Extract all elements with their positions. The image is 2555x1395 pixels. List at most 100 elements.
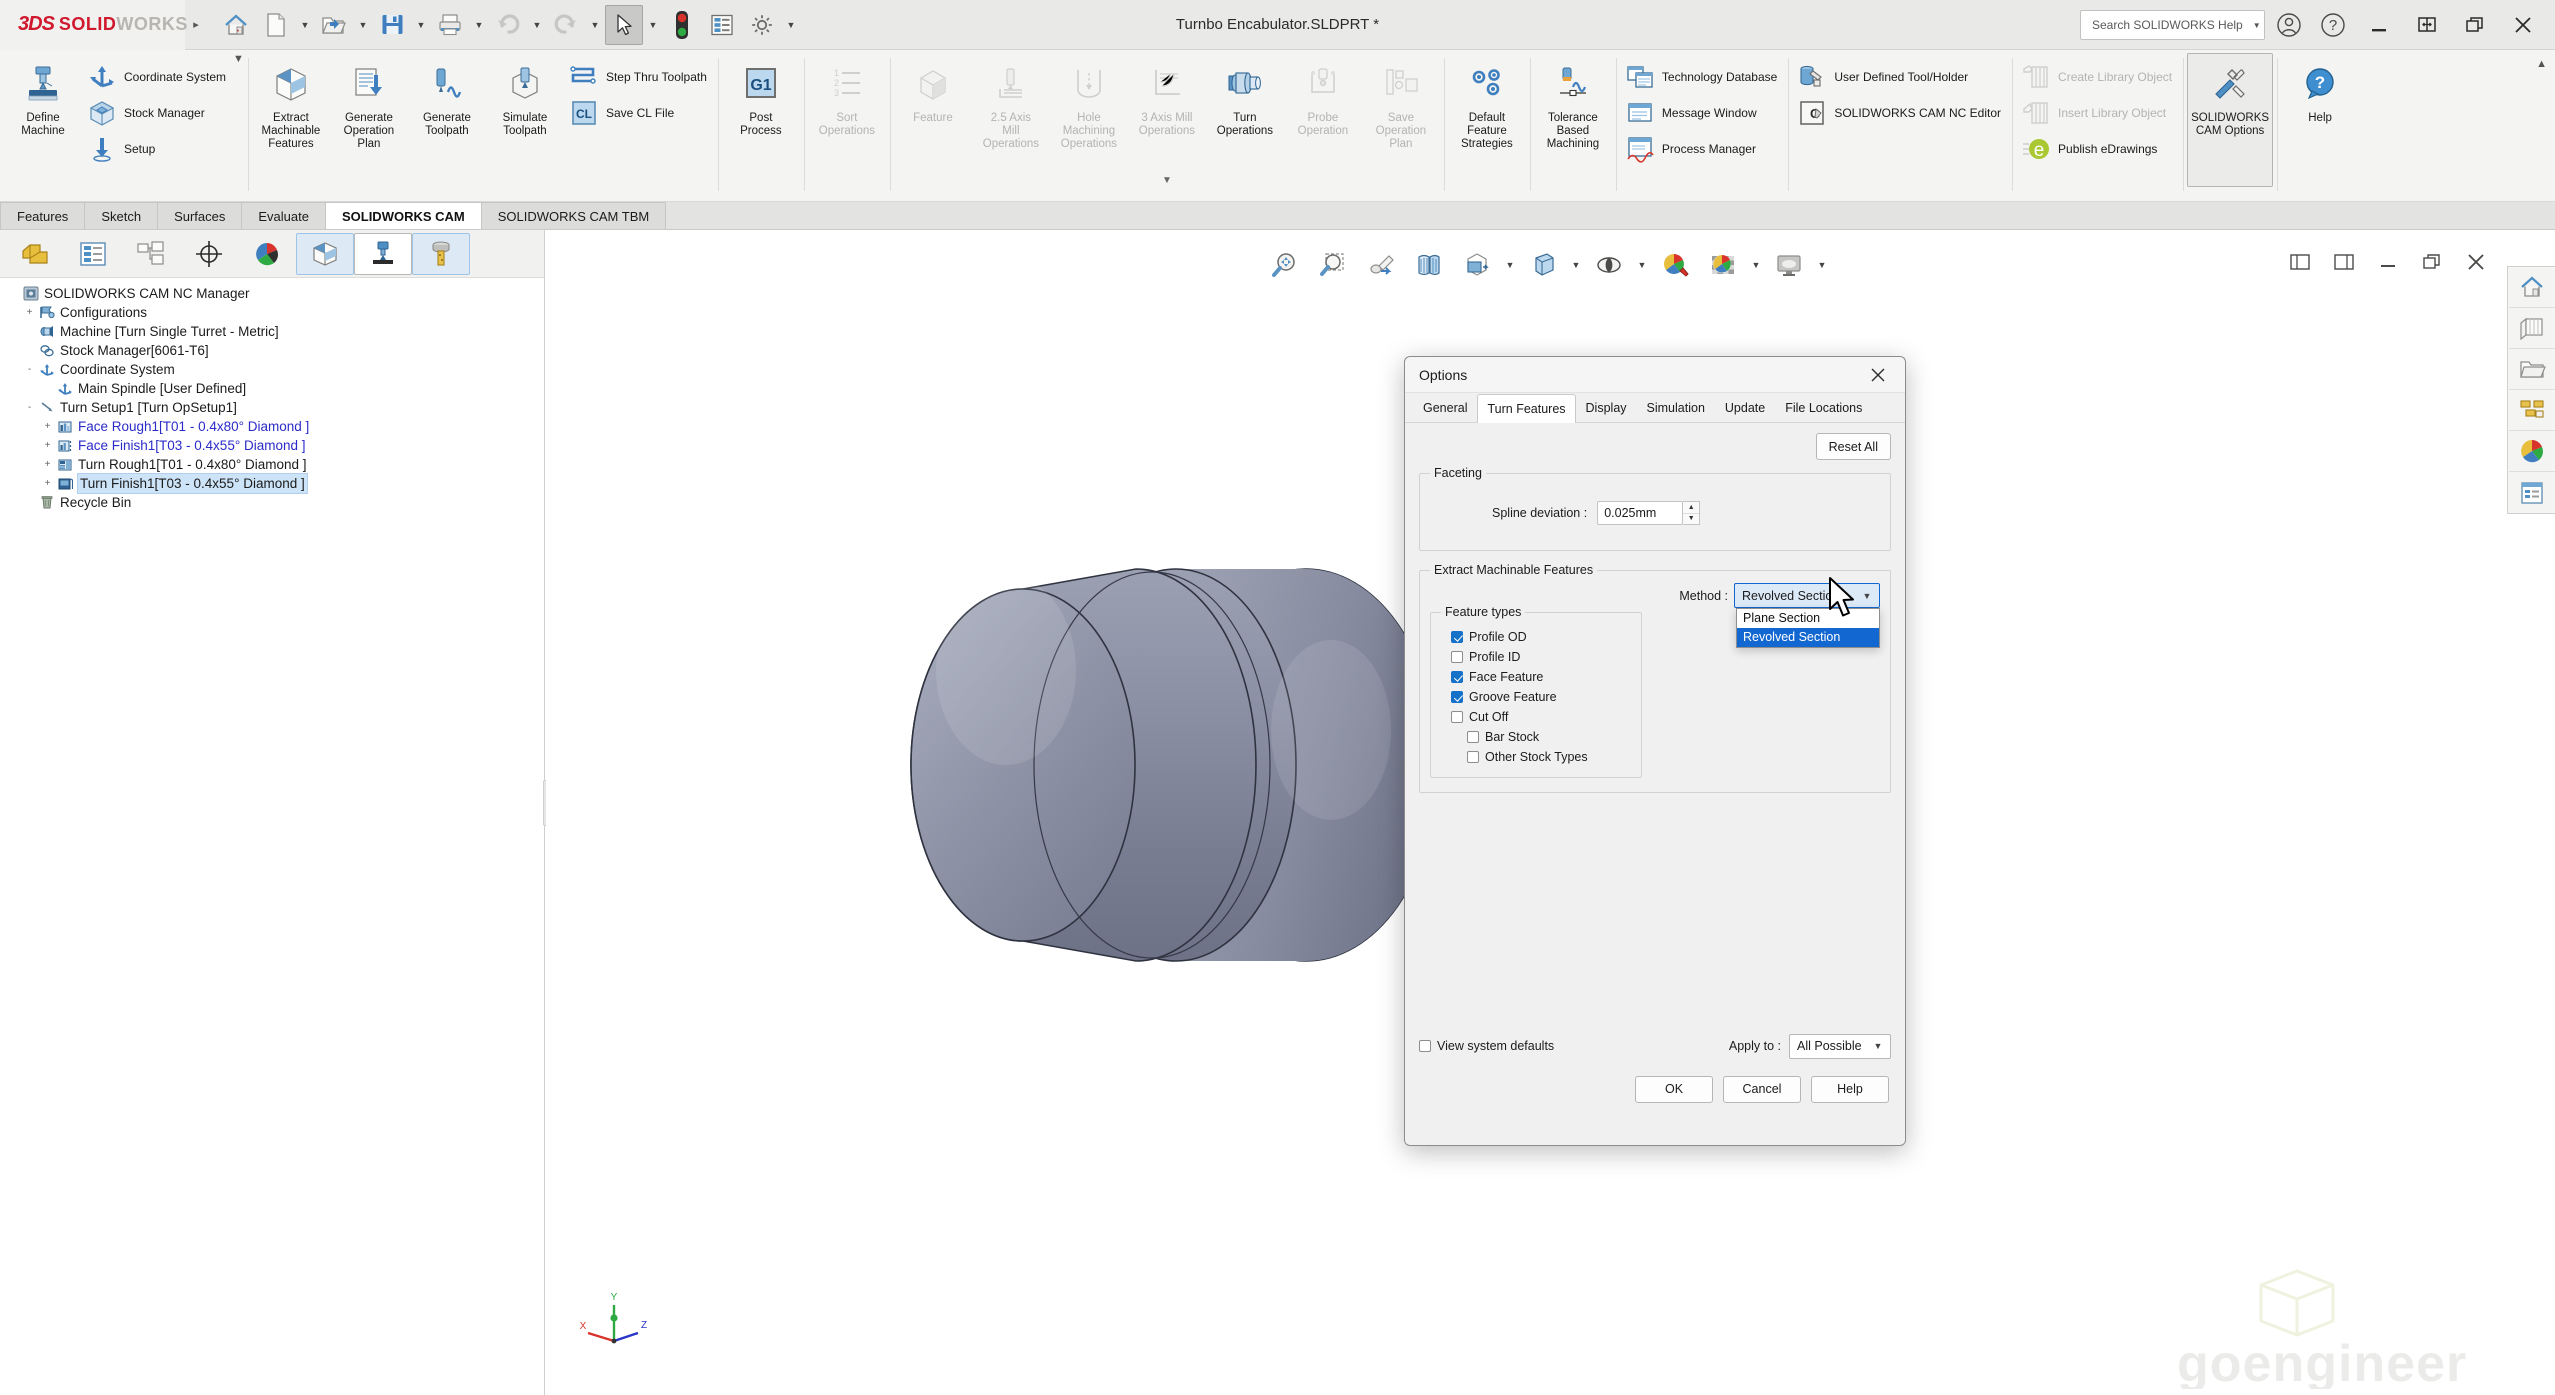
- dimxpert-manager-icon[interactable]: [180, 233, 238, 275]
- checkbox-box[interactable]: [1451, 671, 1463, 683]
- tree-item-face-rough1[interactable]: + Face Rough1[T01 - 0.4x80° Diamond ]: [4, 417, 544, 436]
- checkbox-cut-off[interactable]: Cut Off: [1451, 707, 1631, 727]
- undo-dropdown-icon[interactable]: ▼: [529, 5, 545, 45]
- checkbox-box[interactable]: [1467, 731, 1479, 743]
- stepper-up-icon[interactable]: ▲: [1683, 502, 1699, 514]
- cam-feature-tree-icon[interactable]: [296, 233, 354, 275]
- ribbon-collapse-icon[interactable]: ▲: [2536, 58, 2547, 70]
- tree-item-stock-manager[interactable]: Stock Manager[6061-T6]: [4, 341, 544, 360]
- tree-item-turn-rough1[interactable]: + Turn Rough1[T01 - 0.4x80° Diamond ]: [4, 455, 544, 474]
- tree-toggle[interactable]: [40, 381, 55, 396]
- display-manager-icon[interactable]: [238, 233, 296, 275]
- apply-to-combobox[interactable]: All Possible ▼: [1789, 1034, 1891, 1059]
- account-icon[interactable]: [2269, 5, 2309, 45]
- generate-toolpath-button[interactable]: GenerateToolpath: [408, 53, 486, 173]
- publish-edrawings-button[interactable]: e Publish eDrawings: [2016, 131, 2179, 167]
- spline-deviation-input[interactable]: 0.025mm: [1597, 501, 1683, 525]
- close-icon[interactable]: [2501, 5, 2545, 45]
- tree-toggle[interactable]: +: [40, 438, 55, 453]
- restore-doc-icon[interactable]: [2323, 242, 2365, 282]
- apply-scene-dropdown-icon[interactable]: ▼: [1748, 242, 1764, 288]
- section-view-icon[interactable]: [1406, 242, 1452, 288]
- tab-file-locations[interactable]: File Locations: [1775, 393, 1872, 422]
- probe-operation-button[interactable]: ProbeOperation: [1284, 53, 1362, 173]
- configuration-manager-icon[interactable]: [122, 233, 180, 275]
- previous-view-icon[interactable]: [1358, 242, 1404, 288]
- feature-manager-tree-icon[interactable]: [6, 233, 64, 275]
- hole-machining-button[interactable]: HoleMachiningOperations: [1050, 53, 1128, 173]
- tree-item-turn-setup1[interactable]: - Turn Setup1 [Turn OpSetup1]: [4, 398, 544, 417]
- checkbox-view-system-defaults[interactable]: View system defaults: [1419, 1036, 1554, 1056]
- tab-solidworks-cam[interactable]: SOLIDWORKS CAM: [325, 202, 482, 229]
- define-machine-button[interactable]: DefineMachine: [4, 53, 82, 173]
- redo-icon[interactable]: [547, 5, 585, 45]
- display-style-dropdown-icon[interactable]: ▼: [1568, 242, 1584, 288]
- tile-view-icon[interactable]: [2279, 242, 2321, 282]
- open-dropdown-icon[interactable]: ▼: [355, 5, 371, 45]
- chevron-down-icon[interactable]: ▼: [1859, 591, 1875, 601]
- menu-expand-arrow-icon[interactable]: ▸: [185, 18, 207, 31]
- tree-toggle[interactable]: +: [40, 457, 55, 472]
- tree-item-configurations[interactable]: + Configurations: [4, 303, 544, 322]
- cam-tool-tree-icon[interactable]: [412, 233, 470, 275]
- insert-library-object-button[interactable]: Insert Library Object: [2016, 95, 2179, 131]
- hide-show-dropdown-icon[interactable]: ▼: [1634, 242, 1650, 288]
- view-settings-dropdown-icon[interactable]: ▼: [1814, 242, 1830, 288]
- rebuild-status-icon[interactable]: [663, 5, 701, 45]
- checkbox-box[interactable]: [1451, 711, 1463, 723]
- tree-item-main-spindle[interactable]: Main Spindle [User Defined]: [4, 379, 544, 398]
- view-settings-icon[interactable]: [1766, 242, 1812, 288]
- select-arrow-icon[interactable]: [605, 5, 643, 45]
- apply-scene-icon[interactable]: [1700, 242, 1746, 288]
- post-process-button[interactable]: G1 PostProcess: [722, 53, 800, 173]
- tree-toggle[interactable]: +: [40, 419, 55, 434]
- tree-toggle[interactable]: +: [40, 476, 55, 491]
- turn-operations-button[interactable]: TurnOperations: [1206, 53, 1284, 173]
- home-icon[interactable]: [217, 5, 255, 45]
- open-folder-icon[interactable]: [315, 5, 353, 45]
- tree-toggle[interactable]: [22, 343, 37, 358]
- checkbox-box[interactable]: [1451, 631, 1463, 643]
- restore-icon[interactable]: [2405, 5, 2449, 45]
- feature-button[interactable]: Feature: [894, 53, 972, 173]
- nc-editor-button[interactable]: G SOLIDWORKS CAM NC Editor: [1792, 95, 2008, 131]
- save-cl-file-button[interactable]: CL Save CL File: [564, 95, 714, 131]
- help-icon[interactable]: ?: [2313, 5, 2353, 45]
- tree-item-recycle-bin[interactable]: Recycle Bin: [4, 493, 544, 512]
- search-dropdown-icon[interactable]: ▼: [2253, 21, 2261, 30]
- tree-toggle[interactable]: [6, 286, 21, 301]
- generate-operation-plan-button[interactable]: GenerateOperationPlan: [330, 53, 408, 173]
- help-button[interactable]: Help: [1811, 1076, 1889, 1103]
- setup-button[interactable]: Setup: [82, 131, 233, 167]
- checkbox-box[interactable]: [1467, 751, 1479, 763]
- file-explorer-icon[interactable]: [2509, 349, 2555, 390]
- property-manager-icon[interactable]: [64, 233, 122, 275]
- gear-icon[interactable]: [743, 5, 781, 45]
- minimize-icon[interactable]: [2357, 5, 2401, 45]
- ok-button[interactable]: OK: [1635, 1076, 1713, 1103]
- tab-display[interactable]: Display: [1576, 393, 1637, 422]
- method-option-plane-section[interactable]: Plane Section: [1737, 609, 1879, 628]
- zoom-to-fit-icon[interactable]: [1262, 242, 1308, 288]
- help-button[interactable]: ? Help: [2281, 53, 2359, 173]
- message-window-button[interactable]: Message Window: [1620, 95, 1784, 131]
- default-feature-strategies-button[interactable]: DefaultFeatureStrategies: [1448, 53, 1526, 173]
- redo-dropdown-icon[interactable]: ▼: [587, 5, 603, 45]
- tab-surfaces[interactable]: Surfaces: [157, 202, 242, 229]
- tree-item-turn-finish1[interactable]: + Turn Finish1[T03 - 0.4x55° Diamond ]: [4, 474, 544, 493]
- tree-toggle[interactable]: -: [22, 400, 37, 415]
- cam-operation-tree-icon[interactable]: [354, 233, 412, 275]
- hide-show-items-icon[interactable]: [1586, 242, 1632, 288]
- undo-icon[interactable]: [489, 5, 527, 45]
- tab-evaluate[interactable]: Evaluate: [241, 202, 326, 229]
- cad-model-turned-part[interactable]: [706, 480, 1526, 1040]
- tree-item-face-finish1[interactable]: + Face Finish1[T03 - 0.4x55° Diamond ]: [4, 436, 544, 455]
- chevron-down-icon[interactable]: ▼: [1870, 1041, 1886, 1051]
- method-option-revolved-section[interactable]: Revolved Section: [1737, 628, 1879, 647]
- new-document-icon[interactable]: [257, 5, 295, 45]
- select-dropdown-icon[interactable]: ▼: [645, 5, 661, 45]
- options-list-icon[interactable]: [703, 5, 741, 45]
- tab-general[interactable]: General: [1413, 393, 1477, 422]
- zoom-to-area-icon[interactable]: [1310, 242, 1356, 288]
- machine-group-expand-icon[interactable]: ▼: [233, 53, 244, 65]
